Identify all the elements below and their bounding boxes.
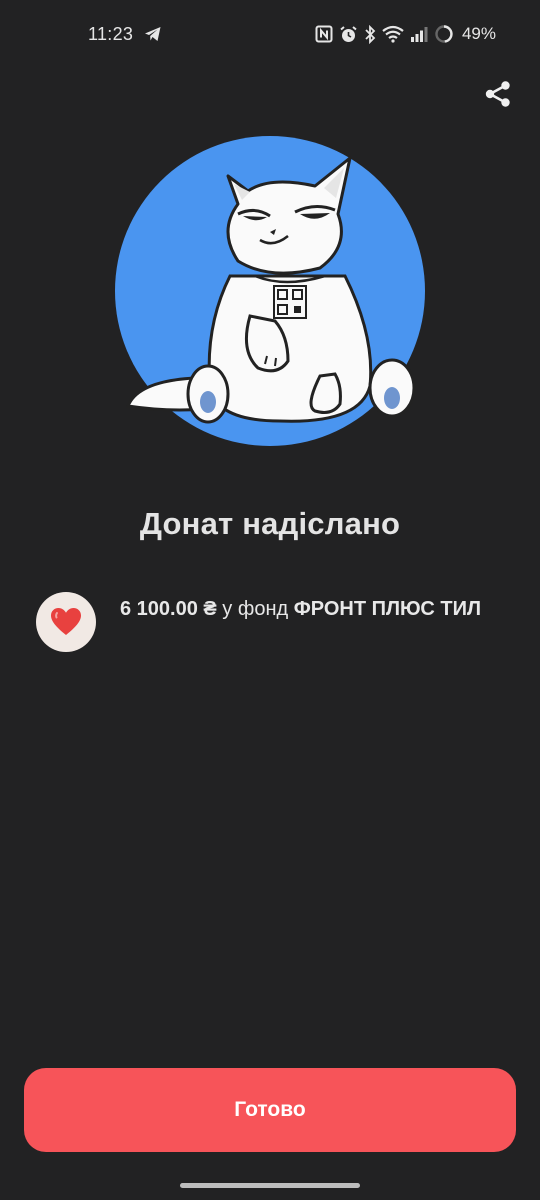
donation-summary: 6 100.00 ₴ у фонд ФРОНТ ПЛЮС ТИЛ <box>36 592 506 652</box>
heart-badge <box>36 592 96 652</box>
done-button[interactable]: Готово <box>24 1068 516 1152</box>
donation-amount: 6 100.00 ₴ <box>120 598 217 620</box>
donation-description: 6 100.00 ₴ у фонд ФРОНТ ПЛЮС ТИЛ <box>120 594 481 624</box>
home-indicator[interactable] <box>180 1183 360 1188</box>
wifi-icon <box>382 25 404 43</box>
cat-illustration <box>115 136 425 446</box>
signal-icon <box>410 27 428 42</box>
page-title: Донат надіслано <box>139 506 401 541</box>
status-icons: 49% <box>315 22 496 46</box>
nfc-icon <box>315 25 333 43</box>
donation-preposition: у фонд <box>216 598 294 620</box>
share-icon <box>485 81 510 107</box>
alarm-icon <box>340 25 357 42</box>
heart-icon <box>51 608 81 635</box>
bluetooth-icon <box>365 24 376 44</box>
qr-tag <box>273 285 307 319</box>
donation-success-screen: 11:23 49% Донат надіслано 6 100.00 ₴ у ф… <box>0 0 540 1200</box>
status-time: 11:23 <box>88 24 134 44</box>
battery-percentage: 49% <box>461 24 496 43</box>
status-bar: 11:23 49% <box>0 0 540 68</box>
share-button[interactable] <box>478 74 518 114</box>
telegram-icon <box>145 27 161 41</box>
fund-name: ФРОНТ ПЛЮС ТИЛ <box>293 598 482 620</box>
battery-icon <box>435 25 453 43</box>
